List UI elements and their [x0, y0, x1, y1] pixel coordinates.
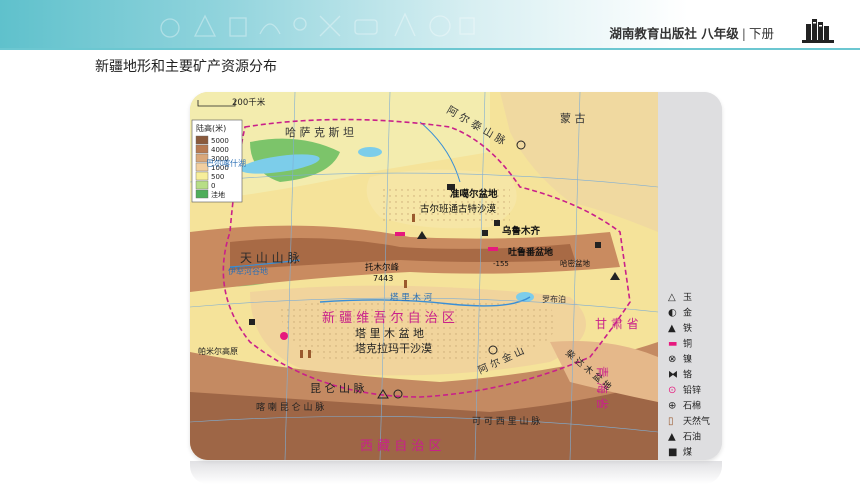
xinjiang-terrain-map: 200千米 陆高(米) 5000 4000 3000 1000 500 0 洼地 哈 萨 克… [190, 92, 722, 460]
elevation-swatch [195, 189, 209, 199]
label-pamir: 帕米尔高原 [198, 346, 238, 356]
label-ili: 伊犁河谷地 [228, 266, 268, 276]
mineral-symbol-icon: ▲ [668, 432, 676, 443]
header-divider [0, 48, 860, 50]
mineral-legend-label: 煤 [683, 446, 692, 458]
label-xizang: 西 藏 自 治 区 [360, 439, 442, 454]
label-tianshan: 天 山 山 脉 [240, 250, 299, 265]
mineral-symbol-icon: △ [668, 292, 676, 303]
label-xinjiang: 新 疆 维 吾 尔 自 治 区 [322, 310, 455, 326]
mineral-symbol-icon: ⊙ [668, 385, 676, 396]
mineral-symbol-icon: ⧓ [668, 370, 678, 381]
label-hami: 哈密盆地 [560, 258, 590, 268]
label-gurbantunggut: 古尔班通古特沙漠 [420, 203, 497, 215]
label-tarim-river: 塔 里 木 河 [390, 292, 433, 303]
publisher-info: 湖南教育出版社 八年级 | 下册 [609, 23, 774, 42]
label-gansu: 甘 肃 省 [595, 317, 639, 331]
mineral-legend-label: 铬 [683, 369, 692, 381]
label-tomur-height: 7443 [373, 274, 393, 283]
mineral-legend-label: 铁 [683, 322, 692, 334]
mineral-legend-label: 石油 [683, 431, 701, 443]
mineral-legend-label: 玉 [683, 292, 692, 303]
elevation-level-label: 5000 [211, 137, 229, 145]
scale-label: 200千米 [232, 97, 266, 108]
mineral-symbol-icon: ⊗ [668, 354, 676, 365]
elevation-swatch [195, 135, 209, 145]
mineral-legend-label: 铅锌 [683, 384, 701, 396]
label-karakoram: 喀 喇 昆 仑 山 脉 [256, 401, 324, 413]
mineral-legend-label: 石棉 [683, 400, 701, 412]
mineral-legend-label: 天然气 [683, 415, 710, 427]
page-title: 新疆地形和主要矿产资源分布 [95, 59, 277, 75]
elevation-level-label: 4000 [211, 146, 229, 154]
label-balkhash: 巴尔喀什湖 [206, 158, 246, 168]
label-lop: 罗布泊 [542, 294, 566, 304]
elevation-swatch [195, 180, 209, 190]
separator: | [741, 26, 746, 41]
elevation-swatch [195, 171, 209, 181]
header-doodle-decoration [160, 12, 475, 38]
elevation-level-label: 0 [211, 182, 215, 190]
map-reflection [190, 461, 722, 484]
books-logo-icon [802, 19, 834, 43]
label-mongolia: 蒙 古 [560, 112, 586, 125]
mineral-symbol-icon: ▬ [668, 339, 677, 350]
elevation-swatch [195, 144, 209, 154]
map-canvas: 200千米 陆高(米) 50004000300010005000洼地 哈 萨 克… [190, 92, 722, 460]
elevation-legend-title: 陆高(米) [196, 123, 226, 133]
mineral-symbol-icon: ■ [668, 447, 677, 458]
mineral-symbol-icon: ▲ [668, 323, 676, 334]
label-turpan: 吐鲁番盆地 [508, 246, 553, 258]
grade-label: 八年级 [701, 26, 739, 41]
label-hoh-xil: 可 可 西 里 山 脉 [472, 415, 540, 427]
publisher-name: 湖南教育出版社 [609, 26, 697, 41]
elevation-level-label: 洼地 [211, 190, 225, 199]
label-taklimakan: 塔克拉玛干沙漠 [355, 341, 432, 355]
label-kazakhstan: 哈 萨 克 斯 坦 [285, 125, 354, 139]
mineral-legend-label: 铜 [683, 338, 692, 350]
mineral-legend-label: 金 [683, 307, 692, 319]
label-tarim-basin: 塔 里 木 盆 地 [355, 326, 424, 340]
label-kunlun: 昆 仑 山 脉 [310, 381, 365, 395]
mineral-symbol-icon: ⊕ [668, 401, 676, 412]
mineral-legend-label: 镍 [683, 353, 692, 365]
volume-label: 下册 [748, 26, 774, 41]
mineral-symbol-icon: ◐ [668, 308, 677, 319]
elevation-level-label: 500 [211, 173, 224, 181]
label-turpan-depth: -155 [493, 260, 509, 268]
label-junggar: 准噶尔盆地 [450, 188, 498, 200]
label-tomur: 托木尔峰 [365, 262, 400, 273]
label-urumqi: 乌鲁木齐 [502, 225, 541, 237]
mineral-symbol-icon: ▯ [668, 416, 674, 427]
